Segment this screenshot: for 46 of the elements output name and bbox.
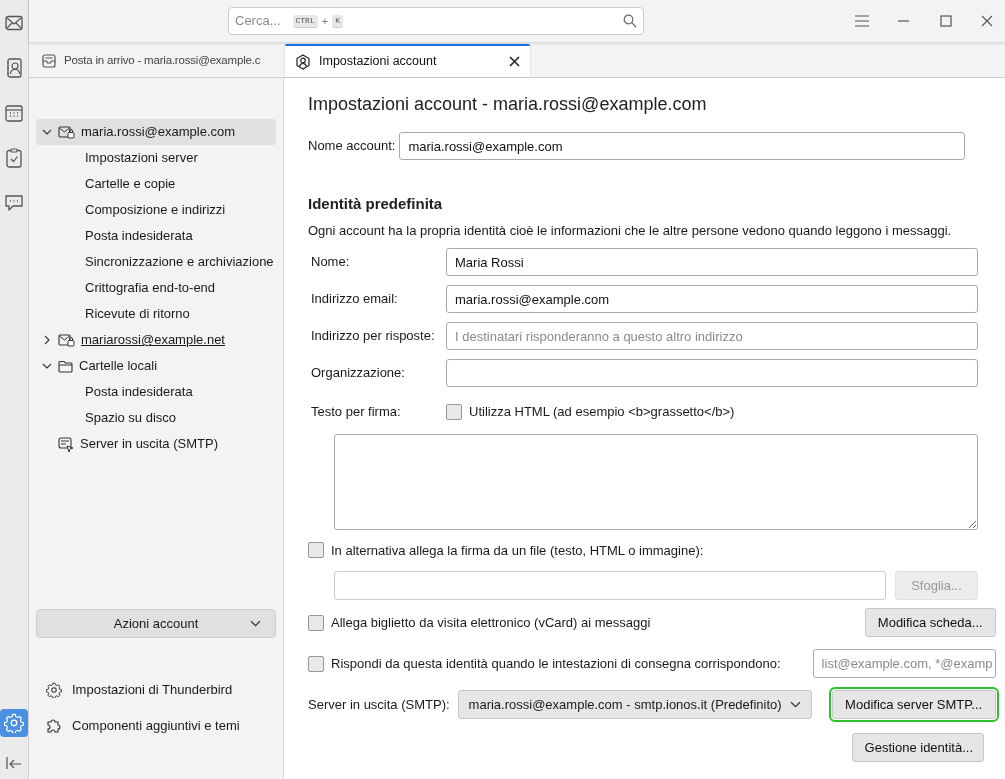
field-label: Indirizzo email: (311, 290, 399, 309)
input-field[interactable]: maria.rossi@example.com (399, 132, 966, 160)
account-tree-item[interactable]: Posta indesiderata (36, 379, 276, 405)
footer-link[interactable]: Componenti aggiuntivi e temi (46, 715, 276, 735)
input-field[interactable]: Maria Rossi (446, 248, 978, 276)
account-tree-item[interactable]: Cartelle locali (36, 353, 276, 379)
plus-sign: + (321, 13, 329, 29)
account-tree-item[interactable]: Impostazioni server (36, 145, 276, 171)
shortcut-key: CTRL (292, 14, 318, 28)
field-label: Indirizzo per risposte: (311, 327, 436, 346)
checkbox-label: In alternativa allega la firma da un file (testo, HTML o immagine): (331, 541, 704, 560)
account-tree-item[interactable]: Crittografia end-to-end (36, 275, 276, 301)
smtp-server-dropdown[interactable]: maria.rossi@example.com - smtp.ionos.it (Predefinito) (457, 690, 812, 719)
checkbox-label: Rispondi da questa identità quando le intestazioni di consegna corrispondono: (331, 654, 781, 673)
tab[interactable]: Posta in arrivo - maria.rossi@example.c (33, 44, 281, 77)
manage-identities-button[interactable]: Gestione identità... (851, 733, 984, 762)
section-heading: Identità predefinita (308, 194, 444, 214)
field-label: Organizzazione: (311, 364, 406, 383)
search-field[interactable]: Cerca... CTRL + K (228, 7, 644, 35)
account-tree-item[interactable]: Ricevute di ritorno (36, 301, 276, 327)
field-label: Nome account: (308, 137, 396, 156)
checkbox-label: Allega biglietto da visita elettronico (vCard) ai messaggi (331, 613, 651, 632)
tab[interactable]: Impostazioni account (285, 44, 530, 77)
page-title: Impostazioni account - maria.rossi@example.com (308, 93, 708, 116)
field-label: Server in uscita (SMTP): (308, 695, 450, 714)
account-tree-item[interactable]: Posta indesiderata (36, 223, 276, 249)
footer-link[interactable]: Impostazioni di Thunderbird (46, 680, 276, 700)
account-tree-item[interactable]: Cartelle e copie (36, 171, 276, 197)
input-field[interactable]: list@example.com, *@examp (812, 649, 996, 678)
account-tree-item[interactable]: mariarossi@example.net (36, 327, 276, 353)
account-tree-item[interactable]: Spazio su disco (36, 405, 276, 431)
account-tree-item[interactable]: Sincronizzazione e archiviazione (36, 249, 276, 275)
edit-smtp-button[interactable]: Modifica server SMTP... (831, 690, 996, 719)
checkbox-label: Utilizza HTML (ad esempio <b>grassetto</b>) (469, 403, 735, 421)
description-text: Ogni account ha la propria identità cioè le informazioni che le altre persone vedono quando leggono i messaggi. (308, 221, 953, 240)
field-label: Nome: (311, 253, 351, 272)
account-tree-item[interactable]: Composizione e indirizzi (36, 197, 276, 223)
input-field[interactable]: I destinatari risponderanno a questo altro indirizzo (446, 322, 978, 350)
edit-card-button[interactable]: Modifica scheda... (864, 608, 996, 637)
account-actions-dropdown[interactable]: Azioni account (36, 609, 276, 638)
field-label: Testo per firma: (311, 403, 402, 421)
account-tree-item[interactable]: Server in uscita (SMTP) (36, 431, 276, 457)
input-field[interactable]: maria.rossi@example.com (446, 285, 978, 313)
search-placeholder: Cerca... (235, 12, 281, 31)
shortcut-key: K (332, 14, 343, 28)
account-tree-item[interactable]: maria.rossi@example.com (36, 119, 276, 145)
